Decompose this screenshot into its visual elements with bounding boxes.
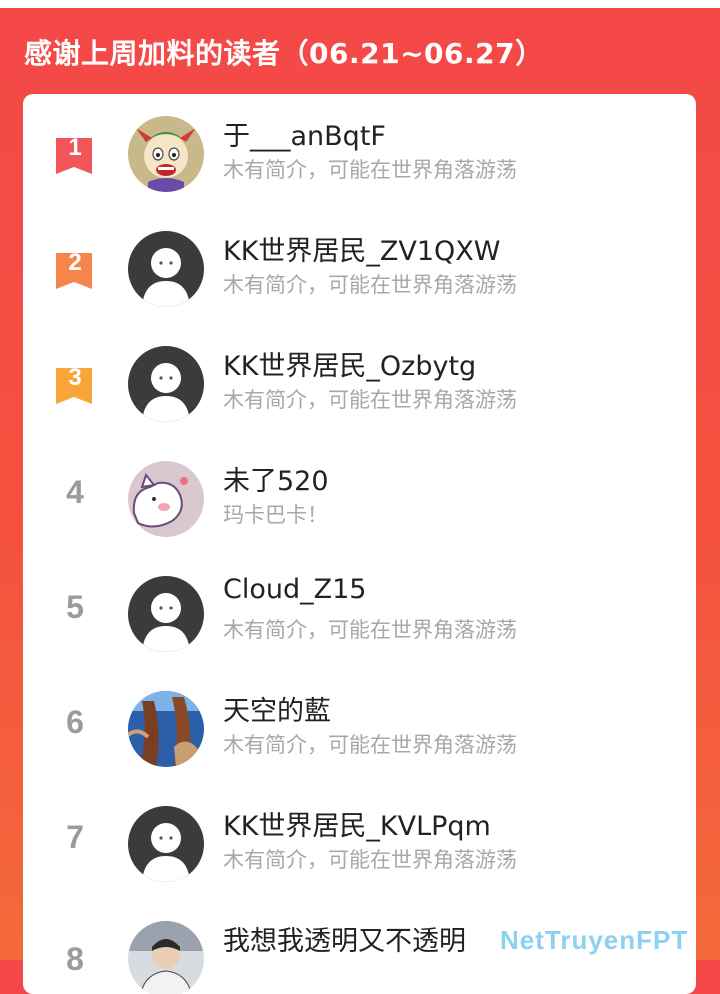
reader-name: 未了520	[223, 466, 329, 497]
page-title: 感谢上周加料的读者（06.21~06.27）	[24, 37, 544, 70]
list-item[interactable]: 3 KK世界居民_Ozbytg 木有简介，可能在世界角落游荡	[23, 324, 696, 439]
joker-avatar-icon[interactable]	[128, 116, 204, 192]
reader-name: KK世界居民_Ozbytg	[223, 351, 477, 382]
rank-number: 2	[68, 249, 82, 276]
reader-name: KK世界居民_ZV1QXW	[223, 236, 501, 267]
list-item[interactable]: 6 天空的藍 木有简介，可能在世界角落游荡	[23, 669, 696, 784]
reader-name: Cloud_Z15	[223, 574, 367, 605]
photo-avatar-icon[interactable]	[128, 921, 204, 994]
default-user-avatar-icon[interactable]	[128, 806, 204, 882]
list-item[interactable]: 5 Cloud_Z15 木有简介，可能在世界角落游荡	[23, 554, 696, 669]
rank-number: 1	[68, 134, 82, 161]
reader-name: 于___anBqtF	[223, 121, 386, 152]
rank-number: 6	[66, 704, 84, 740]
default-user-avatar-icon[interactable]	[128, 231, 204, 307]
list-item[interactable]: 7 KK世界居民_KVLPqm 木有简介，可能在世界角落游荡	[23, 784, 696, 899]
top-strip	[0, 0, 720, 8]
watermark-text: NetTruyenFPT	[500, 925, 689, 955]
reader-bio: 木有简介，可能在世界角落游荡	[223, 273, 517, 297]
list-item[interactable]: 1 于___anBqtF 木有简介，可能在世界角落游荡	[23, 94, 696, 209]
cartoon-pig-avatar-icon[interactable]	[128, 461, 204, 537]
photo-avatar-icon[interactable]	[128, 691, 204, 767]
reader-bio: 玛卡巴卡！	[223, 503, 328, 527]
reader-bio: 木有简介，可能在世界角落游荡	[223, 158, 517, 182]
reader-name: 我想我透明又不透明	[223, 926, 466, 957]
rank-number: 5	[66, 589, 84, 625]
reader-bio: 木有简介，可能在世界角落游荡	[223, 618, 517, 642]
reader-bio: 木有简介，可能在世界角落游荡	[223, 733, 517, 757]
rank-number: 4	[66, 474, 84, 510]
default-user-avatar-icon[interactable]	[128, 346, 204, 422]
rank-number: 7	[66, 819, 84, 855]
reader-bio: 木有简介，可能在世界角落游荡	[223, 388, 517, 412]
reader-name: KK世界居民_KVLPqm	[223, 811, 491, 842]
rank-number: 3	[68, 364, 82, 391]
list-item[interactable]: 2 KK世界居民_ZV1QXW 木有简介，可能在世界角落游荡	[23, 209, 696, 324]
reader-list-card: 1 于___anBqtF 木有简介，可能在世界角落游荡 2 KK世界居民_ZV1…	[23, 94, 696, 994]
reader-bio: 木有简介，可能在世界角落游荡	[223, 848, 517, 872]
reader-name: 天空的藍	[223, 696, 331, 727]
default-user-avatar-icon[interactable]	[128, 576, 204, 652]
list-item[interactable]: 4 未了520 玛卡巴卡！	[23, 439, 696, 554]
